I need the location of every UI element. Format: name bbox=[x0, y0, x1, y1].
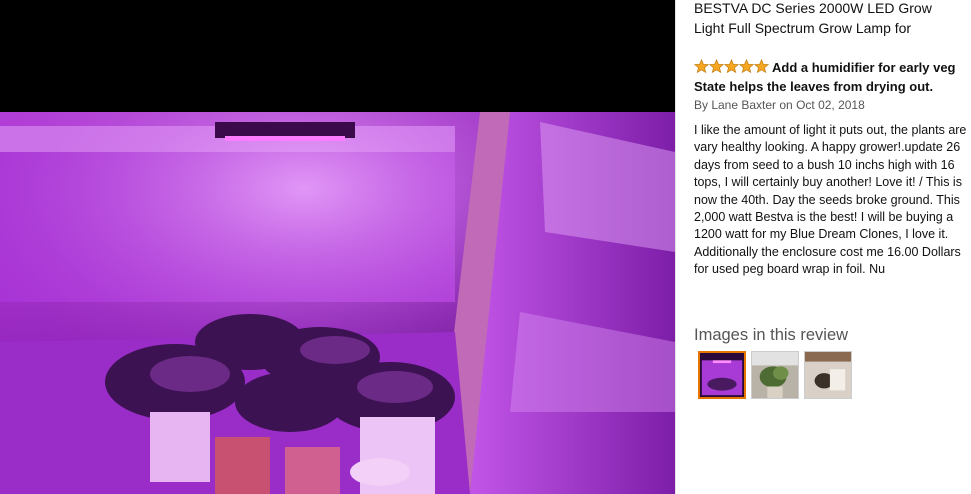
review-thumbnail-2[interactable] bbox=[751, 351, 799, 399]
review-thumbnail-1[interactable] bbox=[698, 351, 746, 399]
review-byline: By Lane Baxter on Oct 02, 2018 bbox=[694, 98, 865, 112]
review-image-viewer bbox=[0, 0, 675, 494]
star-icon bbox=[709, 59, 724, 74]
review-body-text: I like the amount of light it puts out, … bbox=[694, 123, 967, 277]
review-headline-row: Add a humidifier for early veg State hel… bbox=[694, 58, 969, 96]
review-thumbnails bbox=[698, 351, 852, 399]
star-icon bbox=[739, 59, 754, 74]
star-rating bbox=[694, 59, 769, 74]
humidifier-photo-icon bbox=[805, 352, 851, 398]
star-icon bbox=[754, 59, 769, 74]
star-icon bbox=[724, 59, 739, 74]
review-details-panel: BESTVA DC Series 2000W LED Grow Light Fu… bbox=[675, 0, 971, 494]
plant-photo-icon bbox=[752, 352, 798, 398]
images-section-heading: Images in this review bbox=[694, 326, 849, 344]
review-main-photo bbox=[0, 112, 675, 494]
grow-tent-photo-icon bbox=[700, 353, 744, 397]
star-icon bbox=[694, 59, 709, 74]
product-title[interactable]: BESTVA DC Series 2000W LED Grow Light Fu… bbox=[694, 0, 956, 38]
review-thumbnail-3[interactable] bbox=[804, 351, 852, 399]
